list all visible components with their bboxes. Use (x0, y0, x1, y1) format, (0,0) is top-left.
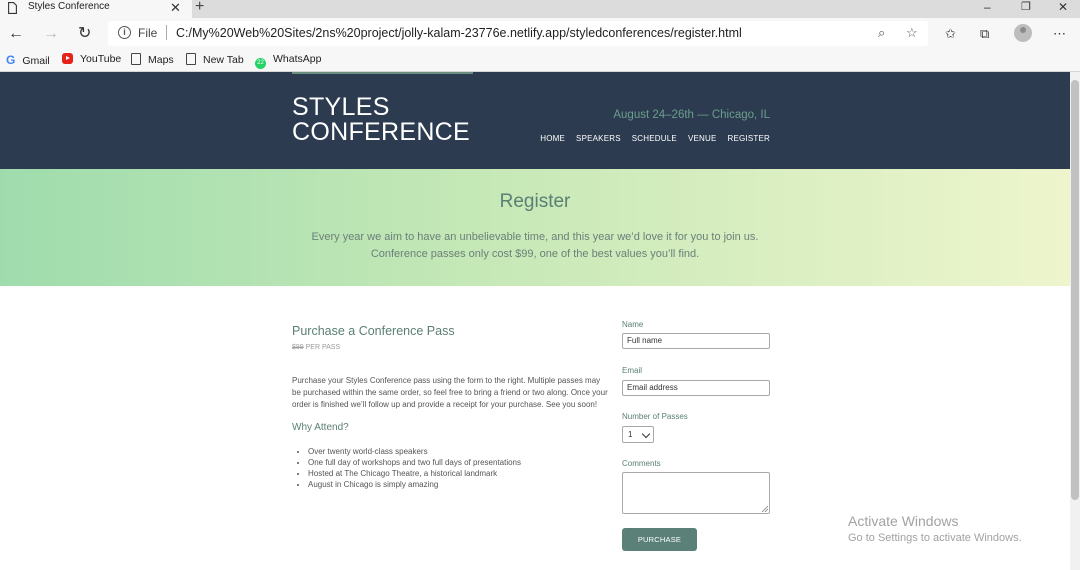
browser-tab[interactable]: Styles Conference ✕ (0, 0, 192, 18)
whatsapp-icon: 22 (255, 58, 266, 69)
main-nav: HOME SPEAKERS SCHEDULE VENUE REGISTER (540, 134, 770, 143)
hero-line-2: Conference passes only cost $99, one of … (370, 248, 700, 260)
close-tab-icon[interactable]: ✕ (170, 0, 181, 16)
bookmark-maps[interactable]: Maps (131, 53, 174, 66)
close-window-icon[interactable]: ✕ (1058, 0, 1068, 14)
site-logo[interactable]: STYLES CONFERENCE (292, 95, 470, 145)
hero-banner: Register Every year we aim to have an un… (0, 169, 1070, 286)
price-amount: $99 (292, 344, 304, 351)
favorite-star-icon[interactable]: ☆ (906, 25, 918, 41)
price-suffix: PER PASS (303, 344, 341, 351)
refresh-icon[interactable]: ↻ (78, 24, 91, 44)
comments-textarea[interactable] (622, 472, 770, 514)
passes-value: 1 (628, 430, 633, 439)
logo-line-1: STYLES (292, 93, 390, 121)
purchase-description: Purchase your Styles Conference pass usi… (292, 376, 608, 409)
google-icon: G (6, 53, 16, 67)
url-separator (166, 25, 167, 40)
bookmarks-bar: G Gmail YouTube Maps New Tab 22 WhatsApp (0, 50, 1080, 72)
purchase-title: Purchase a Conference Pass (292, 324, 455, 338)
why-attend-heading: Why Attend? (292, 422, 349, 433)
logo-accent-line (292, 72, 473, 74)
favorites-icon[interactable]: ✩ (945, 26, 956, 42)
activate-windows-watermark: Activate Windows Go to Settings to activ… (848, 513, 1022, 544)
address-bar[interactable]: i File C:/My%20Web%20Sites/2ns%20project… (108, 21, 928, 46)
back-arrow-icon[interactable]: ← (8, 24, 24, 44)
watermark-subtitle: Go to Settings to activate Windows. (848, 532, 1022, 544)
nav-speakers[interactable]: SPEAKERS (576, 134, 621, 143)
purchase-button[interactable]: PURCHASE (622, 528, 697, 551)
nav-venue[interactable]: VENUE (688, 134, 717, 143)
passes-select[interactable]: 1 (622, 426, 654, 443)
hero-text: Every year we aim to have an unbelievabl… (0, 229, 1070, 263)
profile-avatar[interactable] (1014, 24, 1032, 42)
price-label: $99 PER PASS (292, 344, 340, 351)
page-title: Register (499, 191, 571, 212)
hero-line-1: Every year we aim to have an unbelievabl… (311, 231, 759, 243)
list-item: Hosted at The Chicago Theatre, a histori… (308, 468, 521, 479)
file-label: File (138, 26, 158, 40)
page-viewport: STYLES CONFERENCE August 24–26th — Chica… (0, 72, 1070, 570)
nav-schedule[interactable]: SCHEDULE (632, 134, 677, 143)
info-icon[interactable]: i (118, 26, 131, 39)
url-input[interactable]: C:/My%20Web%20Sites/2ns%20project/jolly-… (176, 26, 742, 40)
page-icon (131, 53, 141, 65)
bookmark-new-tab[interactable]: New Tab (186, 53, 244, 66)
logo-line-2: CONFERENCE (292, 118, 471, 146)
email-field[interactable]: Email address (622, 380, 770, 396)
bookmark-gmail[interactable]: G Gmail (6, 53, 50, 67)
nav-home[interactable]: HOME (540, 134, 565, 143)
list-item: One full day of workshops and two full d… (308, 457, 521, 468)
name-field[interactable]: Full name (622, 333, 770, 349)
tab-bar: Styles Conference ✕ + – ❐ ✕ (0, 0, 1080, 18)
forward-arrow-icon[interactable]: → (43, 24, 59, 44)
watermark-title: Activate Windows (848, 513, 959, 529)
page-icon (186, 53, 196, 65)
address-bar-row: ← → ↻ i File C:/My%20Web%20Sites/2ns%20p… (0, 18, 1080, 50)
passes-label: Number of Passes (622, 412, 688, 421)
tab-title: Styles Conference (28, 1, 110, 12)
list-item: August in Chicago is simply amazing (308, 479, 521, 490)
scrollbar-thumb[interactable] (1071, 80, 1079, 500)
new-tab-button[interactable]: + (195, 0, 204, 16)
zoom-icon[interactable]: ⌕ (878, 25, 885, 41)
event-tagline: August 24–26th — Chicago, IL (613, 109, 770, 121)
comments-label: Comments (622, 459, 661, 468)
minimize-icon[interactable]: – (984, 0, 991, 14)
site-header: STYLES CONFERENCE August 24–26th — Chica… (0, 72, 1070, 169)
reasons-list: Over twenty world-class speakers One ful… (308, 446, 521, 490)
document-icon (8, 2, 17, 14)
nav-register[interactable]: REGISTER (728, 134, 771, 143)
bookmark-youtube[interactable]: YouTube (62, 53, 121, 65)
chevron-down-icon (641, 429, 651, 439)
more-menu-icon[interactable]: ⋯ (1053, 26, 1066, 42)
collections-icon[interactable]: ⧉ (980, 26, 989, 42)
restore-icon[interactable]: ❐ (1021, 0, 1031, 14)
youtube-icon (62, 53, 73, 64)
email-label: Email (622, 366, 643, 375)
bookmark-whatsapp[interactable]: 22 WhatsApp (255, 53, 321, 69)
name-label: Name (622, 320, 644, 329)
list-item: Over twenty world-class speakers (308, 446, 521, 457)
